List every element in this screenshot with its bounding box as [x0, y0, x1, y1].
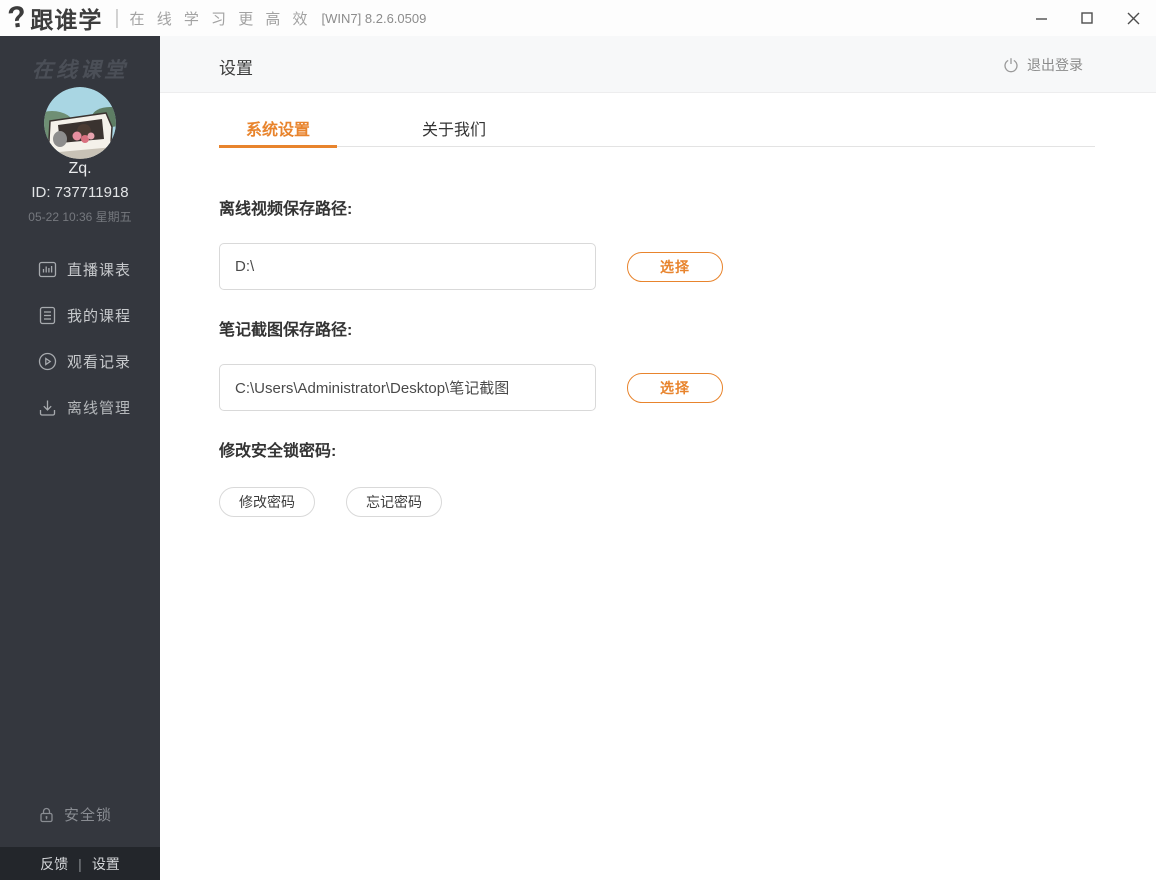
- sidebar-item-label: 直播课表: [67, 259, 131, 280]
- live-schedule-icon: [38, 260, 57, 279]
- username: Zq.: [0, 160, 160, 178]
- sidebar-watermark: 在线课堂: [0, 54, 160, 84]
- feedback-link[interactable]: 反馈: [40, 854, 68, 874]
- sidebar-item-watch-history[interactable]: 观看记录: [0, 338, 160, 384]
- sidebar-item-label: 离线管理: [67, 397, 131, 418]
- logout-label: 退出登录: [1027, 55, 1083, 75]
- sidebar-bottom-bar: 反馈 | 设置: [0, 847, 160, 880]
- change-password-button[interactable]: 修改密码: [219, 487, 315, 517]
- note-path-label: 笔记截图保存路径:: [219, 316, 352, 340]
- password-section-label: 修改安全锁密码:: [219, 437, 336, 461]
- minimize-icon[interactable]: [1018, 0, 1064, 36]
- window-controls: [1018, 0, 1156, 36]
- tab-system-settings[interactable]: 系统设置: [219, 108, 337, 146]
- video-path-label: 离线视频保存路径:: [219, 195, 352, 219]
- sidebar-menu: 直播课表 我的课程: [0, 246, 160, 430]
- password-buttons-row: 修改密码 忘记密码: [219, 487, 442, 517]
- forgot-password-button[interactable]: 忘记密码: [346, 487, 442, 517]
- sidebar-item-my-courses[interactable]: 我的课程: [0, 292, 160, 338]
- tab-bar: 系统设置 关于我们: [219, 108, 1095, 147]
- bottom-divider: |: [78, 856, 82, 872]
- sidebar-item-live-schedule[interactable]: 直播课表: [0, 246, 160, 292]
- main-header: 设置 退出登录: [160, 36, 1156, 93]
- logout-button[interactable]: 退出登录: [1003, 55, 1083, 75]
- offline-manage-icon: [38, 398, 57, 417]
- avatar[interactable]: [44, 87, 116, 159]
- security-lock-button[interactable]: 安全锁: [38, 804, 112, 825]
- sidebar: 在线课堂 Zq. ID: 73771: [0, 36, 160, 880]
- note-path-input[interactable]: [219, 364, 596, 411]
- tab-about-us[interactable]: 关于我们: [395, 108, 513, 146]
- user-id: ID: 737711918: [0, 184, 160, 201]
- watch-history-icon: [38, 352, 57, 371]
- video-path-input[interactable]: [219, 243, 596, 290]
- sidebar-item-label: 我的课程: [67, 305, 131, 326]
- page-title: 设置: [219, 54, 253, 79]
- sidebar-item-offline-manage[interactable]: 离线管理: [0, 384, 160, 430]
- app-logo-text: 跟谁学: [30, 1, 102, 35]
- video-path-row: 选择: [219, 243, 723, 290]
- video-path-choose-button[interactable]: 选择: [627, 252, 723, 282]
- app-slogan: 在 线 学 习 更 高 效: [130, 8, 312, 29]
- sidebar-item-label: 观看记录: [67, 351, 131, 372]
- logo-separator: |: [114, 7, 119, 30]
- close-icon[interactable]: [1110, 0, 1156, 36]
- settings-link[interactable]: 设置: [92, 854, 120, 874]
- main-area: 设置 退出登录 系统设置 关于我们 离线视频保存路径: 选择 笔记截: [160, 36, 1156, 880]
- titlebar: ? 跟谁学 | 在 线 学 习 更 高 效 [WIN7] 8.2.6.0509: [0, 0, 1156, 36]
- maximize-icon[interactable]: [1064, 0, 1110, 36]
- app-version: [WIN7] 8.2.6.0509: [322, 11, 427, 26]
- note-path-choose-button[interactable]: 选择: [627, 373, 723, 403]
- lock-icon: [38, 806, 55, 823]
- power-icon: [1003, 57, 1019, 73]
- security-lock-label: 安全锁: [64, 804, 112, 825]
- datetime-label: 05-22 10:36 星期五: [0, 208, 160, 225]
- app-logo-icon: ?: [6, 2, 28, 34]
- note-path-row: 选择: [219, 364, 723, 411]
- app-window: ? 跟谁学 | 在 线 学 习 更 高 效 [WIN7] 8.2.6.0509 …: [0, 0, 1156, 880]
- my-courses-icon: [38, 306, 57, 325]
